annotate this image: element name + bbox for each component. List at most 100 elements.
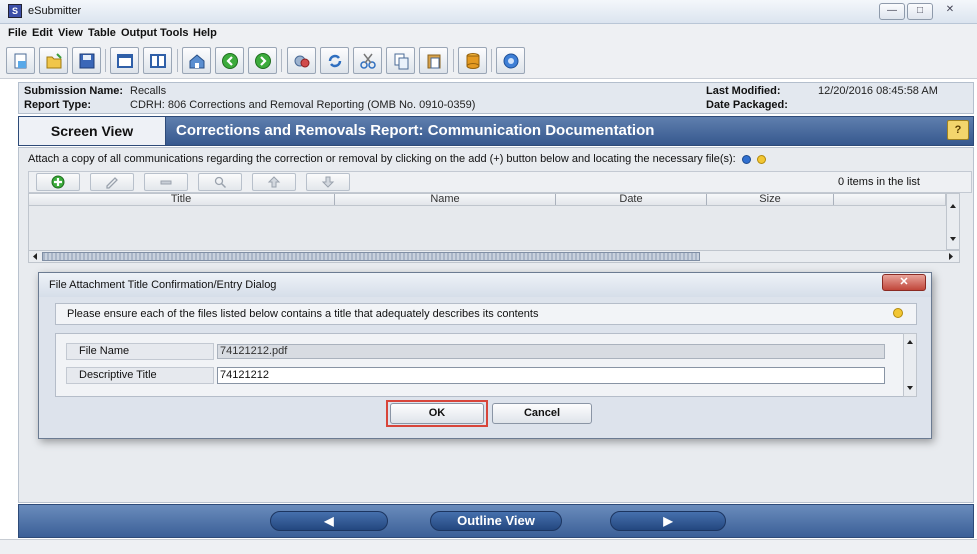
window-close-button[interactable]: ✕ — [937, 3, 963, 20]
date-packaged-label: Date Packaged: — [706, 99, 788, 111]
copy-button[interactable] — [386, 47, 415, 74]
menu-edit[interactable]: Edit — [32, 27, 53, 39]
menu-file[interactable]: File — [8, 27, 27, 39]
column-header-date[interactable]: Date — [556, 193, 706, 206]
next-screen-button[interactable]: ▶ — [610, 511, 726, 531]
status-bar — [0, 539, 977, 554]
app-icon: S — [8, 4, 22, 18]
screen-view-tab[interactable]: Screen View — [18, 116, 166, 146]
menu-help[interactable]: Help — [193, 27, 217, 39]
move-down-icon — [321, 176, 335, 188]
file-name-label: File Name — [66, 343, 214, 360]
section-title: Corrections and Removals Report: Communi… — [176, 122, 655, 139]
outline-view-button[interactable]: Outline View — [430, 511, 562, 531]
remove-icon — [160, 180, 172, 185]
forward-arrow-icon — [254, 52, 271, 69]
back-arrow-icon — [221, 52, 238, 69]
last-modified-value: 12/20/2016 08:45:58 AM — [818, 85, 938, 97]
refresh-button[interactable] — [320, 47, 349, 74]
remove-attachment-button[interactable] — [144, 173, 188, 191]
window-title: eSubmitter — [28, 5, 82, 17]
instruction-text: Attach a copy of all communications rega… — [28, 153, 736, 165]
back-button[interactable] — [215, 47, 244, 74]
item-count: 0 items in the list — [838, 176, 920, 188]
attachment-instructions: Attach a copy of all communications rega… — [28, 153, 766, 165]
attachments-table-body[interactable] — [28, 206, 946, 250]
horizontal-scroll-thumb[interactable] — [42, 252, 700, 261]
view-attachment-button[interactable] — [198, 173, 242, 191]
info-dot-icon — [741, 154, 751, 164]
help-icon — [503, 53, 518, 68]
move-up-button[interactable] — [252, 173, 296, 191]
column-header-title[interactable]: Title — [28, 193, 334, 206]
column-divider[interactable] — [833, 194, 834, 205]
column-header-name[interactable]: Name — [335, 193, 555, 206]
paste-button[interactable] — [419, 47, 448, 74]
dialog-scroll-arrows-icon — [907, 340, 913, 390]
forward-button[interactable] — [248, 47, 277, 74]
open-folder-icon — [46, 52, 62, 68]
add-attachment-button[interactable] — [36, 173, 80, 191]
warning-icon — [893, 308, 903, 318]
minimize-button[interactable]: — — [879, 3, 905, 20]
dialog-title: File Attachment Title Confirmation/Entry… — [49, 279, 277, 291]
split-pane-icon — [149, 53, 166, 68]
dialog-close-button[interactable]: ✕ — [882, 274, 926, 291]
help-button[interactable] — [496, 47, 525, 74]
save-button[interactable] — [72, 47, 101, 74]
move-up-icon — [267, 176, 281, 188]
package-button[interactable] — [458, 47, 487, 74]
validate-icon — [294, 55, 309, 67]
split-pane-button[interactable] — [143, 47, 172, 74]
toolbar-separator — [177, 49, 178, 72]
descriptive-title-label: Descriptive Title — [66, 367, 214, 384]
title-bar — [0, 0, 977, 24]
edit-icon — [106, 177, 118, 189]
validate-button[interactable] — [287, 47, 316, 74]
submission-name-value: Recalls — [130, 85, 167, 97]
home-button[interactable] — [182, 47, 211, 74]
dialog-message: Please ensure each of the files listed b… — [67, 308, 539, 320]
home-icon — [189, 53, 204, 68]
view-icon — [214, 176, 227, 189]
cancel-button[interactable]: Cancel — [492, 403, 592, 424]
edit-attachment-button[interactable] — [90, 173, 134, 191]
last-modified-label: Last Modified: — [706, 85, 781, 97]
ok-button[interactable]: OK — [390, 403, 484, 424]
submission-name-label: Submission Name: — [24, 85, 124, 97]
toolbar-separator — [491, 49, 492, 72]
toolbar-separator — [105, 49, 106, 72]
menu-table[interactable]: Table — [88, 27, 116, 39]
single-pane-button[interactable] — [110, 47, 139, 74]
move-down-button[interactable] — [306, 173, 350, 191]
toolbar-separator — [453, 49, 454, 72]
column-header-size[interactable]: Size — [707, 193, 833, 206]
new-document-button[interactable] — [6, 47, 35, 74]
warning-dot-icon — [756, 154, 766, 164]
copy-icon — [394, 53, 408, 69]
descriptive-title-input[interactable]: 74121212 — [217, 367, 885, 384]
report-type-label: Report Type: — [24, 99, 92, 111]
scroll-arrows-icon — [950, 204, 956, 241]
cut-button[interactable] — [353, 47, 382, 74]
cut-icon — [359, 53, 376, 69]
menu-output[interactable]: Output — [121, 27, 157, 39]
new-document-icon — [14, 53, 26, 68]
section-help-icon[interactable]: ? — [947, 120, 969, 140]
refresh-icon — [328, 54, 341, 67]
maximize-button[interactable]: □ — [907, 3, 933, 20]
dialog-vertical-scrollbar[interactable] — [903, 333, 917, 397]
toolbar-separator — [281, 49, 282, 72]
report-type-value: CDRH: 806 Corrections and Removal Report… — [130, 99, 476, 111]
menu-tools[interactable]: Tools — [160, 27, 189, 39]
table-vertical-scrollbar[interactable] — [946, 193, 960, 250]
open-button[interactable] — [39, 47, 68, 74]
menu-view[interactable]: View — [58, 27, 83, 39]
previous-screen-button[interactable]: ◀ — [270, 511, 388, 531]
single-pane-icon — [116, 53, 133, 68]
file-name-value: 74121212.pdf — [217, 344, 885, 359]
paste-icon — [427, 54, 440, 68]
package-icon — [466, 52, 479, 69]
save-icon — [79, 53, 94, 68]
add-icon — [51, 175, 65, 189]
